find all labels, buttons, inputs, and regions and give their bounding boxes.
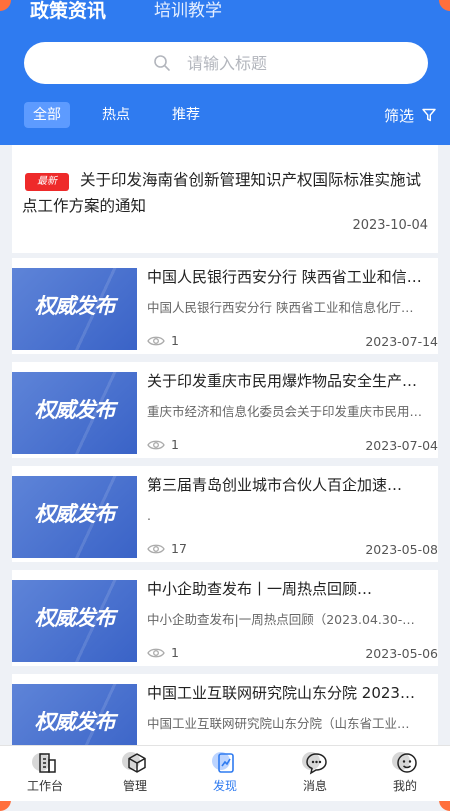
nav-label: 管理	[122, 779, 147, 793]
news-thumbnail: 权威发布	[12, 580, 137, 662]
view-count: 1	[147, 437, 179, 452]
thumbnail-text: 权威发布	[34, 294, 116, 318]
filter-all[interactable]: 全部	[24, 102, 70, 128]
view-count-value: 17	[171, 541, 187, 556]
news-summary: .	[147, 508, 151, 523]
news-title: 第三届青岛创业城市合伙人百企加速…	[147, 476, 403, 494]
nav-label: 消息	[302, 779, 327, 793]
view-count-value: 1	[171, 437, 179, 452]
news-title: 中国人民银行西安分行 陕西省工业和信息化厅…	[147, 268, 432, 286]
search-input[interactable]	[185, 52, 299, 74]
featured-date: 2023-10-04	[352, 218, 428, 233]
eye-icon	[147, 336, 165, 345]
view-count: 1	[147, 333, 179, 348]
new-badge: 最新	[25, 173, 69, 191]
view-count: 17	[147, 541, 187, 556]
news-date: 2023-07-14	[365, 334, 438, 349]
nav-label: 发现	[212, 779, 237, 793]
nav-profile[interactable]: 我的	[360, 746, 450, 801]
message-icon	[302, 752, 327, 775]
news-summary: 中国人民银行西安分行 陕西省工业和信息化厅…	[147, 300, 414, 315]
featured-article[interactable]: 关于印发海南省创新管理知识产权国际标准实施试点工作方案的通知 最新 2023-1…	[12, 145, 438, 253]
news-thumbnail: 权威发布	[12, 372, 137, 454]
news-title: 关于印发重庆市民用爆炸物品安全生产…	[147, 372, 418, 390]
news-item[interactable]: 权威发布 第三届青岛创业城市合伙人百企加速… . 17 2023-05-08	[12, 466, 438, 562]
cube-icon	[122, 752, 146, 773]
news-summary: 重庆市经济和信息化委员会关于印发重庆市民用…	[147, 404, 423, 419]
news-date: 2023-05-06	[365, 646, 438, 661]
view-count-value: 1	[171, 645, 179, 660]
news-title: 中国工业互联网研究院山东分院 2023…	[147, 684, 415, 702]
news-item[interactable]: 权威发布 中小企助查发布丨一周热点回顾… 中小企助查发布|一周热点回顾（2023…	[12, 570, 438, 666]
bottom-nav: 工作台 管理 发现 消息 我的	[0, 745, 450, 801]
news-summary: 中小企助查发布|一周热点回顾（2023.04.30-…	[147, 612, 415, 627]
top-tabs: 政策资讯 培训教学	[30, 0, 222, 24]
building-icon	[32, 753, 56, 773]
tab-policy-news[interactable]: 政策资讯	[30, 0, 106, 24]
news-thumbnail: 权威发布	[12, 476, 137, 558]
nav-label: 我的	[392, 779, 417, 793]
view-count: 1	[147, 645, 179, 660]
news-date: 2023-05-08	[365, 542, 438, 557]
news-thumbnail: 权威发布	[12, 268, 137, 350]
eye-icon	[147, 440, 165, 449]
news-date: 2023-07-04	[365, 438, 438, 453]
nav-workbench[interactable]: 工作台	[0, 746, 90, 801]
nav-manage[interactable]: 管理	[90, 746, 180, 801]
profile-icon	[392, 752, 417, 773]
thumbnail-text: 权威发布	[34, 398, 116, 422]
screen-label: 筛选	[383, 106, 414, 125]
news-item[interactable]: 权威发布 关于印发重庆市民用爆炸物品安全生产… 重庆市经济和信息化委员会关于印发…	[12, 362, 438, 458]
search-bar[interactable]	[24, 42, 428, 84]
featured-title: 关于印发海南省创新管理知识产权国际标准实施试点工作方案的通知	[22, 171, 422, 215]
news-item[interactable]: 权威发布 中国人民银行西安分行 陕西省工业和信息化厅… 中国人民银行西安分行 陕…	[12, 258, 438, 354]
discover-icon	[212, 752, 234, 773]
filter-row: 全部 热点 推荐 筛选	[0, 100, 450, 130]
filter-recommend[interactable]: 推荐	[172, 102, 200, 128]
thumbnail-text: 权威发布	[34, 710, 116, 734]
eye-icon	[147, 544, 165, 553]
view-count-value: 1	[171, 333, 179, 348]
filter-funnel-icon	[422, 108, 436, 122]
nav-discover[interactable]: 发现	[180, 746, 270, 801]
screen-button[interactable]: 筛选	[384, 102, 436, 128]
thumbnail-text: 权威发布	[34, 606, 116, 630]
nav-messages[interactable]: 消息	[270, 746, 360, 801]
search-icon	[154, 55, 170, 71]
news-summary: 中国工业互联网研究院山东分院（山东省工业…	[147, 716, 410, 731]
eye-icon	[147, 648, 165, 657]
nav-label: 工作台	[26, 779, 63, 793]
news-title: 中小企助查发布丨一周热点回顾…	[147, 580, 373, 598]
tab-training[interactable]: 培训教学	[154, 0, 222, 24]
filter-hot[interactable]: 热点	[102, 102, 130, 128]
header: 政策资讯 培训教学 全部 热点 推荐 筛选	[0, 0, 450, 145]
thumbnail-text: 权威发布	[34, 502, 116, 526]
